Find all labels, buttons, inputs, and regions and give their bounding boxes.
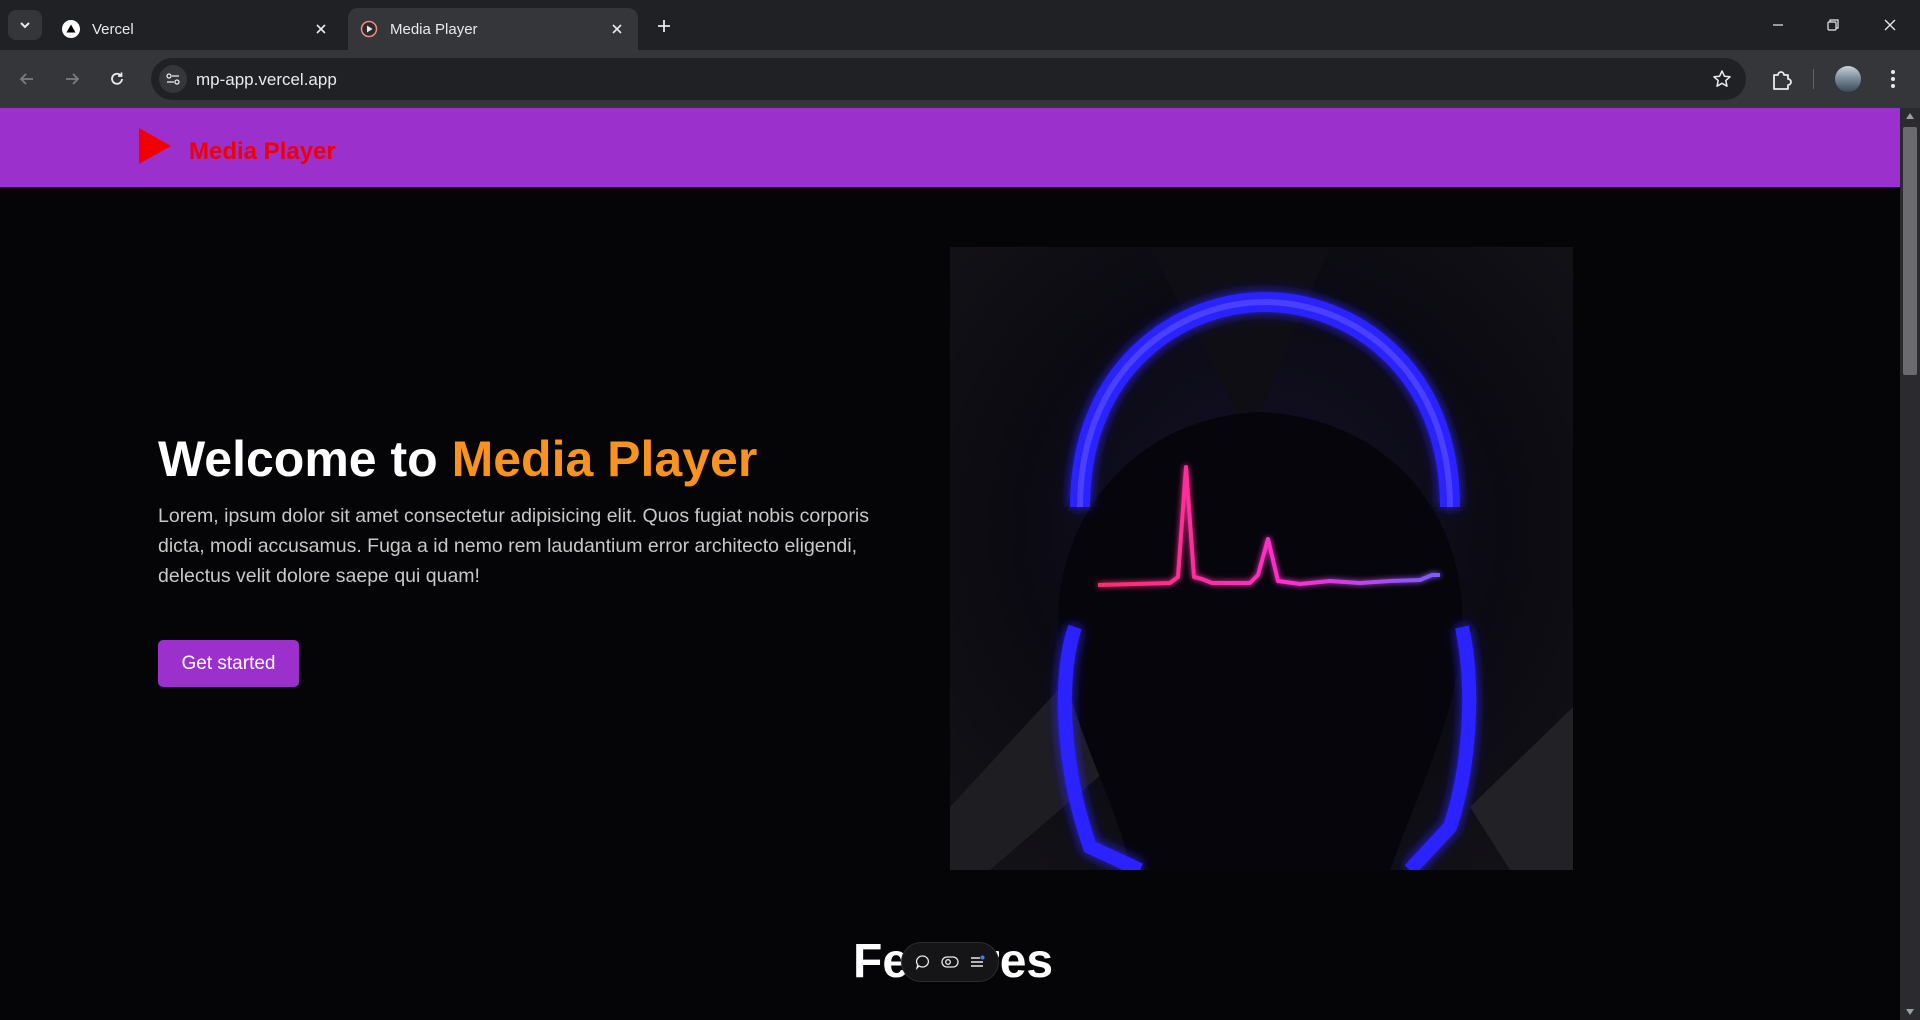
- menu-lines-icon[interactable]: [967, 952, 987, 972]
- chevron-down-icon: [20, 22, 30, 29]
- tab-vercel[interactable]: Vercel: [50, 8, 342, 50]
- new-tab-button[interactable]: [652, 14, 676, 38]
- arrow-left-icon: [19, 73, 33, 85]
- extensions-puzzle-icon[interactable]: [1768, 65, 1796, 93]
- minimize-button[interactable]: [1763, 10, 1793, 40]
- eye-toggle-icon[interactable]: [940, 952, 960, 972]
- profile-avatar[interactable]: [1835, 66, 1861, 92]
- back-button[interactable]: [12, 64, 42, 94]
- plus-icon: [658, 20, 670, 32]
- play-triangle-icon[interactable]: [138, 127, 172, 165]
- headphones-heartbeat-illustration: [950, 247, 1573, 870]
- address-bar[interactable]: mp-app.vercel.app: [151, 58, 1746, 100]
- url-text: mp-app.vercel.app: [196, 70, 337, 89]
- browser-toolbar: mp-app.vercel.app: [0, 50, 1920, 108]
- arrow-right-icon: [66, 73, 80, 85]
- minimize-icon: [1773, 24, 1783, 26]
- toolbar-divider: [1813, 69, 1814, 89]
- tab-title: Media Player: [390, 20, 478, 38]
- vercel-triangle-icon: [62, 20, 80, 38]
- tab-search-button[interactable]: [8, 10, 42, 40]
- comment-icon[interactable]: [913, 952, 933, 972]
- scroll-up-arrow-icon[interactable]: [1900, 108, 1920, 124]
- hero-title-prefix: Welcome to: [158, 431, 452, 487]
- page-scrollbar[interactable]: [1900, 108, 1920, 1020]
- tab-media-player[interactable]: Media Player: [348, 8, 638, 50]
- site-info-icon[interactable]: [159, 65, 187, 93]
- play-circle-icon: [360, 20, 378, 38]
- scrollbar-thumb[interactable]: [1903, 127, 1917, 375]
- browser-menu-button[interactable]: [1880, 66, 1906, 92]
- logo-text[interactable]: Media Player: [189, 138, 336, 166]
- close-icon: [1884, 19, 1896, 31]
- hero-description: Lorem, ipsum dolor sit amet consectetur …: [158, 505, 869, 587]
- tab-title: Vercel: [92, 20, 134, 38]
- restore-button[interactable]: [1818, 10, 1848, 40]
- hero-title: Welcome to Media Player: [158, 430, 757, 488]
- close-tab-icon[interactable]: [312, 20, 330, 38]
- page-viewport: Media Player Welcome to Media Player Lor…: [0, 108, 1900, 1020]
- close-window-button[interactable]: [1875, 10, 1905, 40]
- reload-button[interactable]: [102, 64, 132, 94]
- browser-tab-bar: Vercel Media Player: [0, 0, 1920, 50]
- restore-icon: [1827, 19, 1839, 31]
- close-tab-icon[interactable]: [608, 20, 626, 38]
- hero-title-accent: Media Player: [451, 431, 758, 487]
- site-header: Media Player: [0, 108, 1900, 187]
- forward-button[interactable]: [57, 64, 87, 94]
- kebab-menu-icon: [1891, 70, 1895, 88]
- reload-icon: [111, 72, 123, 85]
- floating-toolbar: [901, 942, 999, 982]
- bookmark-star-icon[interactable]: [1712, 69, 1732, 89]
- get-started-button[interactable]: Get started: [158, 640, 299, 687]
- scroll-down-arrow-icon[interactable]: [1900, 1004, 1920, 1020]
